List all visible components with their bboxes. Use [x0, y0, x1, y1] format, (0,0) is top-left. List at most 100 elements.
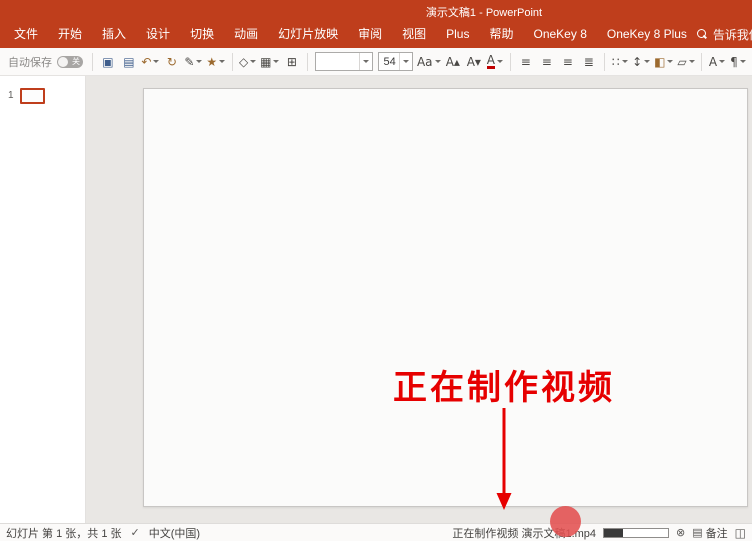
font-name-combo[interactable] — [315, 52, 374, 71]
autosave-control[interactable]: 自动保存 关 — [4, 54, 87, 70]
export-progress-bar — [603, 528, 669, 538]
toolbar-separator — [701, 53, 702, 71]
align-left-icon: ≡ — [521, 56, 531, 68]
dropdown-caret — [740, 60, 746, 63]
font-size-value: 54 — [383, 56, 398, 68]
tab-review[interactable]: 审阅 — [348, 20, 392, 48]
paragraph-button[interactable]: ¶ — [728, 51, 748, 73]
workspace: 1 — [0, 76, 752, 523]
tell-me-box[interactable]: 告诉我你想要做什么 — [697, 26, 752, 43]
text-style-button[interactable]: A — [707, 51, 727, 73]
align-center-icon: ≡ — [542, 56, 552, 68]
dropdown-caret — [250, 60, 256, 63]
title-bar: 演示文稿1 - PowerPoint — [0, 0, 752, 20]
save-icon: ▣ — [102, 56, 113, 68]
chevron-down-icon[interactable] — [399, 53, 412, 70]
dropdown-caret — [219, 60, 225, 63]
autosave-toggle[interactable]: 关 — [57, 56, 83, 68]
shapes-button[interactable]: ◇ — [237, 51, 257, 73]
font-size-combo[interactable]: 54 — [378, 52, 412, 71]
redo-icon: ↻ — [167, 56, 177, 68]
picture-icon: ▦ — [260, 56, 271, 68]
tab-onekey8plus[interactable]: OneKey 8 Plus — [597, 20, 697, 48]
export-progress-label: 正在制作视频 演示文稿1.mp4 — [452, 525, 596, 541]
dropdown-caret — [497, 60, 503, 63]
grow-font-icon: A▴ — [446, 56, 460, 68]
chevron-down-icon[interactable] — [359, 53, 372, 70]
dropdown-caret — [196, 60, 202, 63]
save-button[interactable]: ▣ — [98, 51, 118, 73]
dropdown-caret — [667, 60, 673, 63]
tab-plus[interactable]: Plus — [436, 20, 479, 48]
draw-pen-button[interactable]: ✎ — [183, 51, 204, 73]
notes-button[interactable]: ▤ 备注 — [692, 525, 727, 541]
shrink-font-icon: A▾ — [467, 56, 481, 68]
quick-style-button[interactable]: ★ — [205, 51, 227, 73]
dropdown-caret — [622, 60, 628, 63]
tab-animations[interactable]: 动画 — [224, 20, 268, 48]
undo-button[interactable]: ↶ — [140, 51, 161, 73]
tab-view[interactable]: 视图 — [392, 20, 436, 48]
slide-thumbnail[interactable] — [20, 88, 45, 104]
fill-color-icon: ◧ — [654, 56, 665, 68]
outline-icon: ▱ — [677, 56, 686, 68]
toggle-knob — [58, 57, 68, 67]
font-color-button[interactable]: A — [485, 51, 505, 73]
shape-fill-button[interactable]: ◧ — [653, 51, 675, 73]
autosave-state: 关 — [72, 56, 80, 68]
dropdown-caret — [644, 60, 650, 63]
proofing-icon[interactable]: ✓ — [131, 527, 140, 538]
cancel-export-icon[interactable]: ⊗ — [676, 527, 685, 538]
notes-icon: ▤ — [692, 527, 702, 538]
dropdown-caret — [435, 60, 441, 63]
paragraph-icon: ¶ — [730, 56, 738, 68]
undo-icon: ↶ — [141, 56, 151, 68]
shrink-font-button[interactable]: A▾ — [464, 51, 484, 73]
insert-picture-button[interactable]: ▦ — [259, 51, 281, 73]
status-bar-right: 正在制作视频 演示文稿1.mp4 ⊗ ▤ 备注 ◫ — [452, 525, 746, 541]
save-as-icon: ▤ — [123, 56, 134, 68]
grow-font-button[interactable]: A▴ — [443, 51, 463, 73]
ribbon-tab-strip: 文件 开始 插入 设计 切换 动画 幻灯片放映 审阅 视图 Plus 帮助 On… — [0, 20, 752, 48]
powerpoint-window: 演示文稿1 - PowerPoint 文件 开始 插入 设计 切换 动画 幻灯片… — [0, 0, 752, 541]
change-case-icon: Aa — [417, 56, 433, 68]
tell-me-label: 告诉我你想要做什么 — [713, 26, 752, 43]
toolbar-separator — [604, 53, 605, 71]
new-slide-button[interactable]: ⊞ — [282, 51, 302, 73]
align-center-button[interactable]: ≡ — [537, 51, 557, 73]
tab-onekey8[interactable]: OneKey 8 — [524, 20, 597, 48]
star-icon: ★ — [206, 56, 217, 68]
change-case-button[interactable]: Aa — [416, 51, 442, 73]
save-as-button[interactable]: ▤ — [119, 51, 139, 73]
slide-thumbnail-item-1[interactable]: 1 — [0, 76, 85, 104]
pen-icon: ✎ — [184, 56, 194, 68]
tab-insert[interactable]: 插入 — [92, 20, 136, 48]
autosave-label: 自动保存 — [8, 54, 52, 70]
search-icon — [697, 29, 707, 39]
tab-help[interactable]: 帮助 — [479, 20, 523, 48]
line-spacing-icon: ↕ — [632, 56, 642, 68]
justify-icon: ≣ — [584, 56, 594, 68]
tab-file[interactable]: 文件 — [4, 20, 48, 48]
slide-editing-area — [86, 76, 752, 523]
redo-button[interactable]: ↻ — [162, 51, 182, 73]
align-left-button[interactable]: ≡ — [516, 51, 536, 73]
tab-transitions[interactable]: 切换 — [180, 20, 224, 48]
toolbar-separator — [92, 53, 93, 71]
bullets-button[interactable]: ∷ — [610, 51, 630, 73]
tab-slideshow[interactable]: 幻灯片放映 — [268, 20, 348, 48]
tab-design[interactable]: 设计 — [136, 20, 180, 48]
slide-canvas[interactable] — [143, 88, 748, 507]
toolbar-separator — [232, 53, 233, 71]
align-right-button[interactable]: ≡ — [558, 51, 578, 73]
justify-button[interactable]: ≣ — [579, 51, 599, 73]
notes-label: 备注 — [706, 525, 728, 541]
tab-home[interactable]: 开始 — [48, 20, 92, 48]
shape-outline-button[interactable]: ▱ — [676, 51, 696, 73]
language-indicator[interactable]: 中文(中国) — [149, 525, 200, 541]
normal-view-icon[interactable]: ◫ — [735, 527, 746, 539]
dropdown-caret — [153, 60, 159, 63]
bullets-icon: ∷ — [612, 56, 620, 68]
line-spacing-button[interactable]: ↕ — [631, 51, 652, 73]
slide-indicator[interactable]: 幻灯片 第 1 张，共 1 张 — [6, 525, 122, 541]
